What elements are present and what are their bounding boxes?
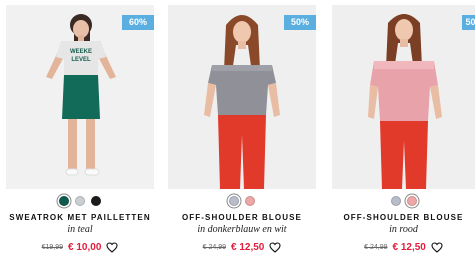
product-subtitle: in donkerblauw en wit [197,224,287,235]
swatch-red[interactable] [245,196,255,206]
color-swatches [332,196,475,206]
color-swatches [6,196,154,206]
model-photo [332,5,475,189]
product-name[interactable]: OFF-SHOULDER BLOUSE [332,213,475,222]
svg-text:LEVEL: LEVEL [71,57,91,63]
discount-badge: 60% [122,15,154,30]
color-swatches [168,196,316,206]
discount-badge: 50% [462,15,475,30]
sale-price: € 10,00 [68,242,102,253]
product-name[interactable]: SWEATROK MET PAILLETTEN [6,213,154,222]
swatch-blue-white[interactable] [390,196,401,206]
price-row: € 24,99 € 12,50 [332,242,475,253]
sale-price: € 12,50 [230,242,265,253]
model-photo [168,5,316,189]
product-card[interactable]: 50% OFF-SHOULDER BLOUSE in donkerblauw e… [168,0,316,260]
product-image[interactable]: WEEKE LEVEL 60% [6,5,154,189]
product-subtitle: in teal [67,224,93,235]
product-image[interactable]: 50% [332,5,475,189]
swatch-grey[interactable] [75,196,85,206]
heart-outline-icon[interactable] [431,242,443,253]
price-row: €19,99 € 10,00 [6,242,154,253]
model-photo: WEEKE LEVEL [6,5,154,189]
product-card[interactable]: WEEKE LEVEL 60% SWEATROK MET PAILLETTEN … [6,0,154,260]
old-price: € 24,99 [202,244,226,251]
old-price: €19,99 [41,244,64,251]
price-row: € 24,99 € 12,50 [168,242,316,253]
discount-badge: 50% [284,15,316,30]
swatch-red[interactable] [406,196,417,206]
swatch-teal[interactable] [59,196,69,206]
product-card[interactable]: 50% OFF-SHOULDER BLOUSE in rood € 24,99 … [332,0,475,260]
old-price: € 24,99 [364,244,388,251]
product-name[interactable]: OFF-SHOULDER BLOUSE [168,213,316,222]
svg-text:WEEKE: WEEKE [70,49,92,55]
sale-price: € 12,50 [392,242,426,253]
swatch-blue-white[interactable] [229,196,239,206]
heart-outline-icon[interactable] [106,242,118,253]
heart-outline-icon[interactable] [269,242,281,253]
product-grid: WEEKE LEVEL 60% SWEATROK MET PAILLETTEN … [0,0,475,260]
swatch-black[interactable] [91,196,101,206]
product-image[interactable]: 50% [168,5,316,189]
product-subtitle: in rood [389,224,418,235]
